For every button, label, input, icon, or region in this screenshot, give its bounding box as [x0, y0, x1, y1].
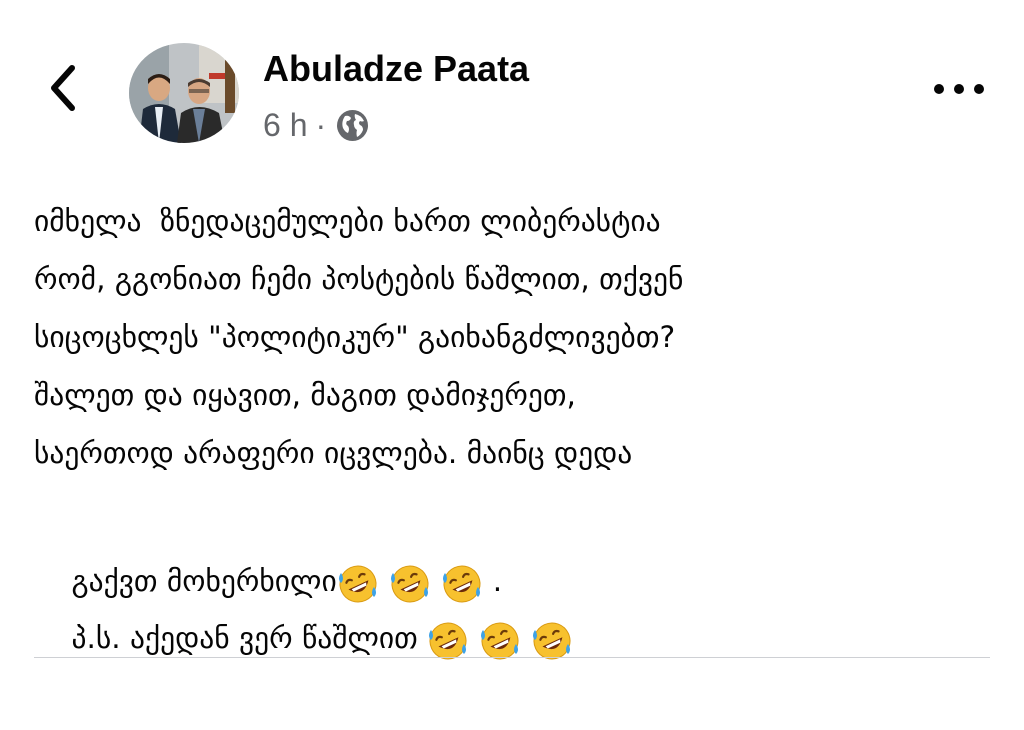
more-horizontal-icon-dot — [934, 84, 944, 94]
more-options-button[interactable] — [934, 76, 984, 102]
post-timestamp[interactable]: 6 h — [263, 107, 307, 144]
emoji-rolling-laughing-icon — [479, 610, 531, 670]
emoji-rolling-laughing-icon — [441, 550, 493, 616]
back-button[interactable] — [44, 62, 84, 114]
emoji-rolling-laughing-icon — [427, 610, 479, 670]
post-text-line: რომ, გგონიათ ჩემი პოსტების წაშლით, თქვენ — [34, 262, 684, 296]
emoji-rolling-laughing-icon — [337, 550, 389, 616]
post-body: იმხელა ზნედაცემულები ხართ ლიბერასტია რომ… — [34, 192, 994, 660]
post-text-line: სიცოცხლეს "პოლიტიკურ" გაიხანგძლივებთ? — [34, 320, 676, 354]
post-text-line: შალეთ და იყავით, მაგით დამიჯერეთ, — [34, 378, 576, 412]
divider — [34, 657, 990, 658]
post-text-line: საერთოდ არაფერი იცვლება. მაინც დედა — [34, 436, 633, 470]
post-text-segment: პ.ს. აქედან ვერ წაშლით — [71, 621, 428, 655]
post-meta: 6 h · — [263, 105, 369, 145]
post-text-period: . — [492, 564, 503, 598]
post-text-line: იმხელა ზნედაცემულები ხართ ლიბერასტია — [34, 204, 661, 238]
emoji-rolling-laughing-icon — [389, 550, 441, 616]
emoji-rolling-laughing-icon — [531, 610, 583, 670]
chevron-left-icon — [51, 65, 75, 111]
meta-separator: · — [315, 106, 327, 143]
more-horizontal-icon-dot — [954, 84, 964, 94]
more-horizontal-icon-dot — [974, 84, 984, 94]
avatar[interactable] — [129, 43, 239, 143]
globe-icon[interactable] — [336, 109, 369, 142]
author-name[interactable]: Abuladze Paata — [263, 48, 529, 90]
post-text-segment: გაქვთ მოხერხილი — [71, 564, 337, 598]
post-text-line: გაქვთ მოხერხილი. — [34, 482, 994, 603]
profile-photo — [129, 43, 239, 143]
